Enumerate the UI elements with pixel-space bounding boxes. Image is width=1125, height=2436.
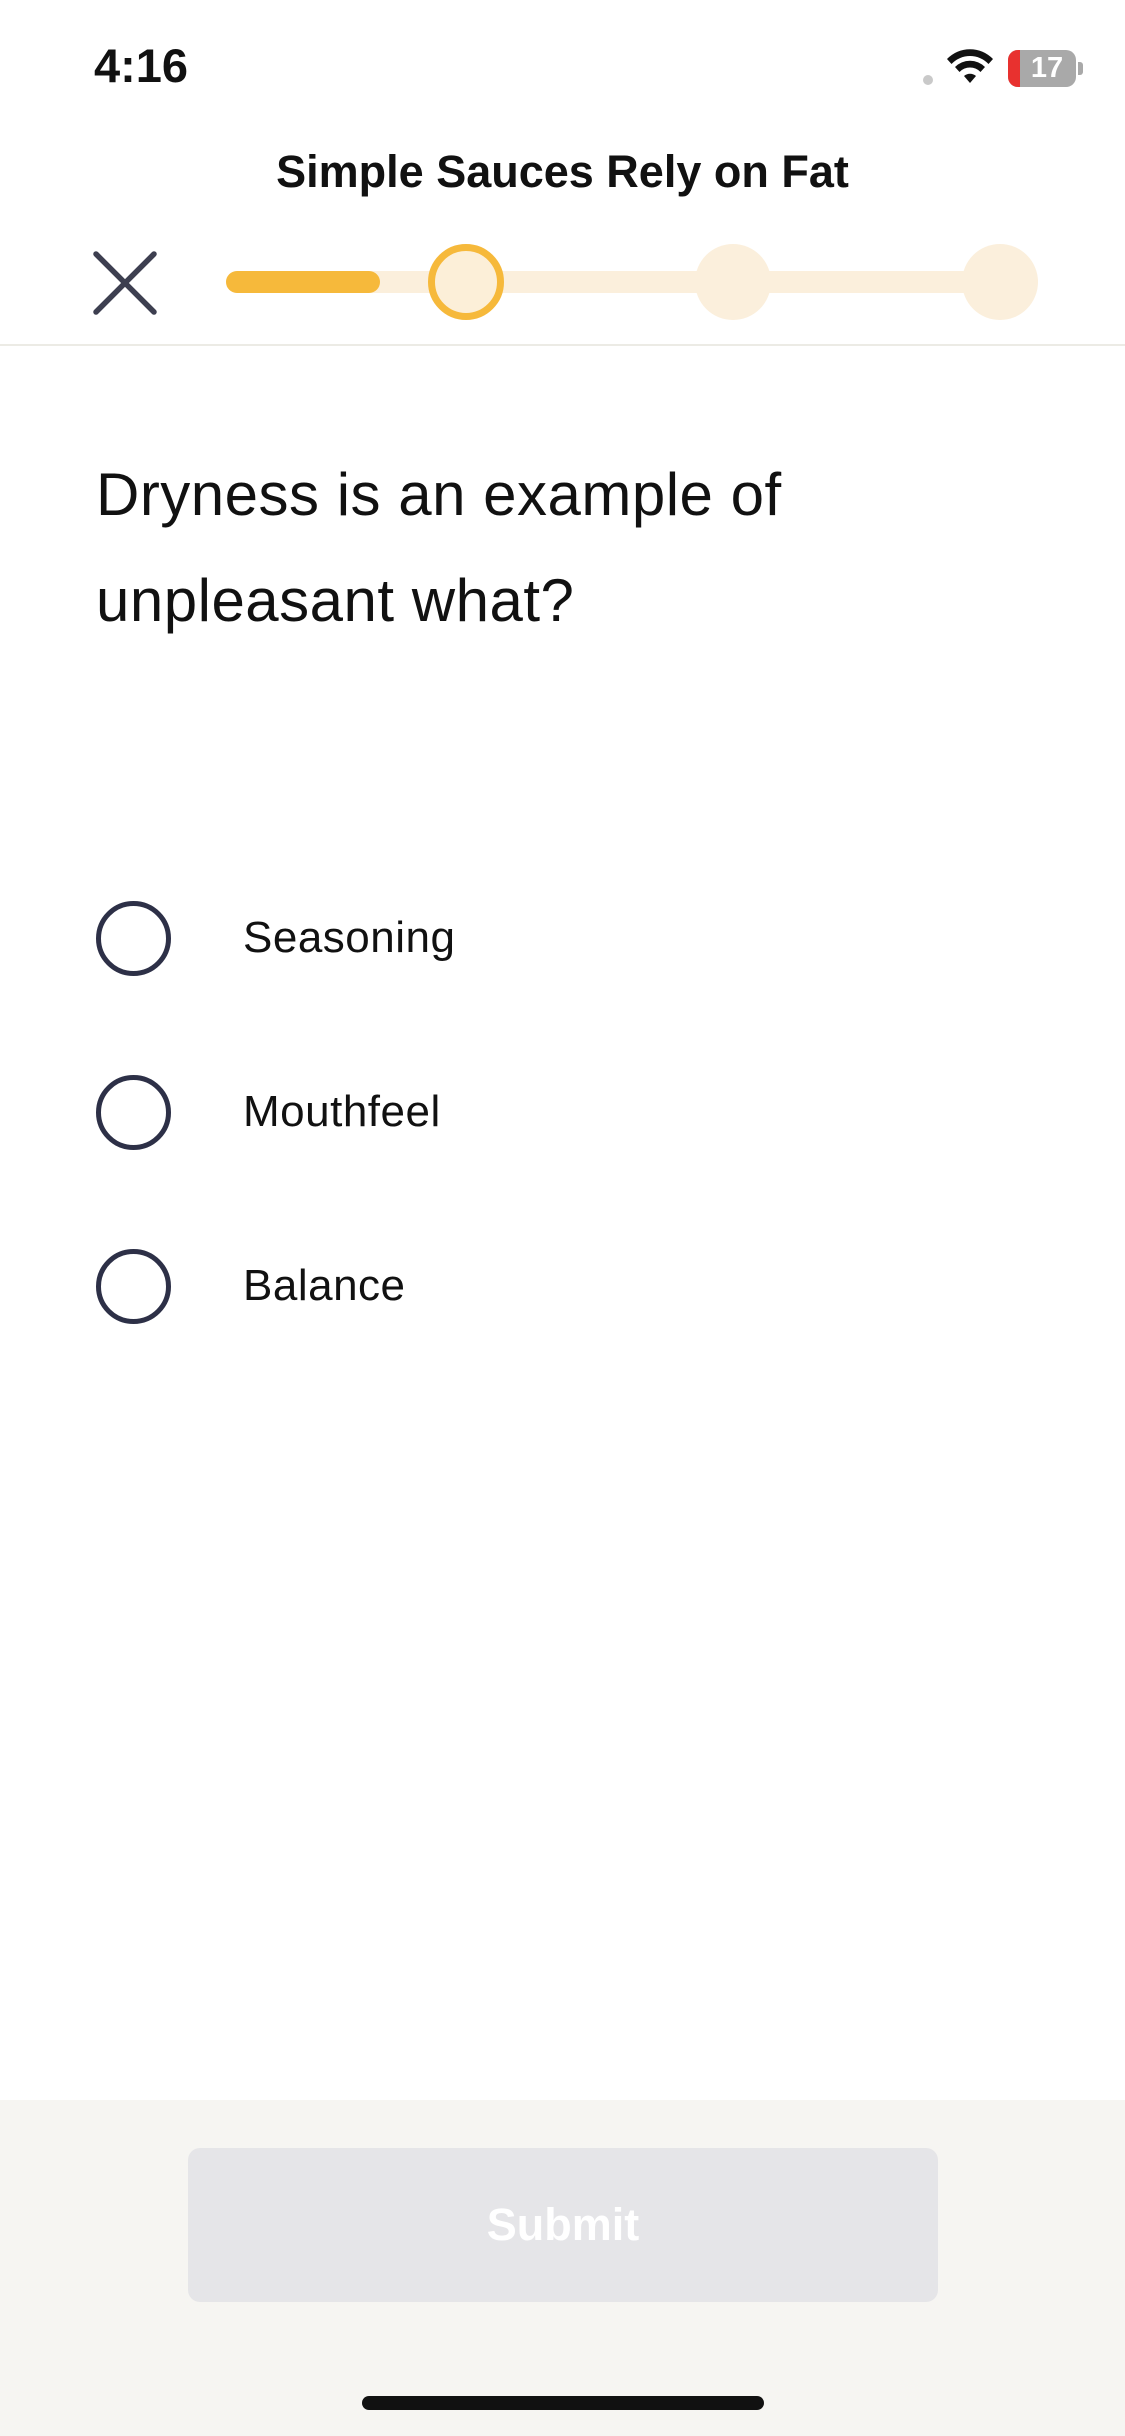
answer-option-label: Seasoning <box>243 913 456 962</box>
footer: Submit <box>0 2100 1125 2436</box>
progress-step <box>962 244 1038 320</box>
answer-option-mouthfeel[interactable]: Mouthfeel <box>96 1072 796 1152</box>
answer-option-seasoning[interactable]: Seasoning <box>96 898 796 978</box>
status-time: 4:16 <box>94 39 189 92</box>
answer-option-balance[interactable]: Balance <box>96 1246 796 1326</box>
submit-button[interactable]: Submit <box>188 2148 938 2302</box>
status-bar: 4:16 17 <box>0 0 1125 130</box>
lesson-title: Simple Sauces Rely on Fat <box>276 146 849 197</box>
progress-fill <box>226 271 380 293</box>
answer-option-label: Mouthfeel <box>243 1087 441 1136</box>
status-indicator-dot <box>923 75 933 85</box>
battery-terminal <box>1078 62 1083 75</box>
progress-step-current <box>428 244 504 320</box>
quiz-screen: 4:16 17 Simple Sauces Rely on Fat Drynes… <box>0 0 1125 2436</box>
header-divider <box>0 344 1125 346</box>
radio-button-icon[interactable] <box>96 900 171 976</box>
radio-button-icon[interactable] <box>96 1248 171 1324</box>
answer-option-label: Balance <box>243 1261 406 1310</box>
wifi-icon <box>947 49 993 83</box>
battery-icon: 17 <box>1008 50 1076 87</box>
home-indicator <box>362 2396 764 2410</box>
progress-step <box>695 244 771 320</box>
lesson-progress-bar <box>226 244 1038 322</box>
close-icon[interactable] <box>92 250 158 316</box>
question-text: Dryness is an example of unpleasant what… <box>96 461 782 634</box>
battery-level: 17 <box>1030 52 1064 84</box>
radio-button-icon[interactable] <box>96 1074 171 1150</box>
